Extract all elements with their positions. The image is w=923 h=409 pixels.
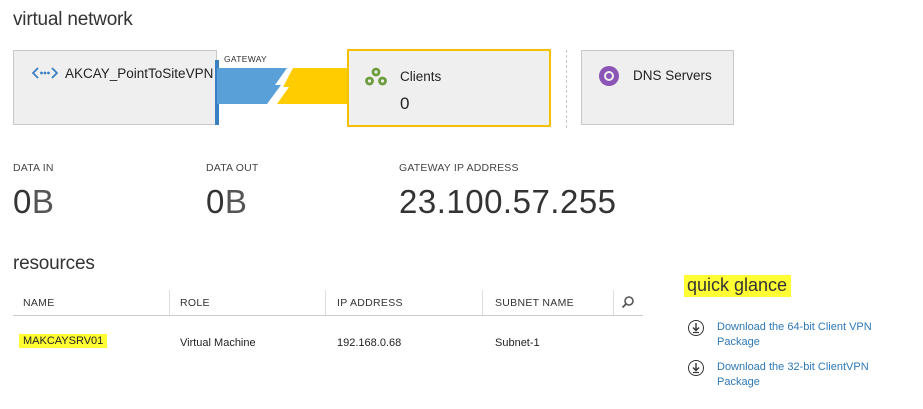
separator	[566, 50, 567, 128]
download-32bit-line1[interactable]: Download the 32-bit ClientVPN	[717, 360, 869, 375]
vnet-name: AKCAY_PointToSiteVPN	[65, 66, 214, 81]
resource-name[interactable]: MAKCAYSRV01	[19, 334, 108, 348]
download-64bit-line1[interactable]: Download the 64-bit Client VPN	[717, 320, 872, 335]
download-icon	[688, 320, 704, 336]
resources-table-header: NAME ROLE IP ADDRESS SUBNET NAME	[13, 290, 643, 316]
column-header-name[interactable]: NAME	[23, 297, 55, 309]
data-in-value: 0B	[13, 183, 55, 220]
download-32bit-line2[interactable]: Package	[717, 375, 869, 390]
clients-count: 0	[400, 94, 410, 113]
column-header-role[interactable]: ROLE	[180, 297, 210, 309]
gateway-ip-value: 23.100.57.255	[399, 183, 617, 220]
data-in-label: DATA IN	[13, 162, 54, 174]
data-out-value: 0B	[206, 183, 248, 220]
clients-label: Clients	[400, 69, 442, 84]
download-64bit-line2[interactable]: Package	[717, 335, 872, 350]
column-header-subnet[interactable]: SUBNET NAME	[495, 297, 574, 309]
data-out-label: DATA OUT	[206, 162, 259, 174]
download-64bit-link[interactable]: Download the 64-bit Client VPN Package	[688, 319, 908, 351]
clients-tile[interactable]: Clients 0	[347, 49, 551, 127]
resource-ip: 192.168.0.68	[337, 337, 402, 349]
page-title: virtual network	[13, 9, 133, 30]
quick-glance-title: quick glance	[684, 275, 792, 297]
resource-role: Virtual Machine	[180, 337, 256, 349]
gateway-ip-label: GATEWAY IP ADDRESS	[399, 162, 519, 174]
resource-subnet: Subnet-1	[495, 337, 540, 349]
download-32bit-link[interactable]: Download the 32-bit ClientVPN Package	[688, 359, 908, 391]
vnet-tile[interactable]: AKCAY_PointToSiteVPN	[13, 50, 217, 125]
clients-icon	[364, 67, 388, 92]
network-icon	[31, 66, 59, 85]
download-icon	[688, 360, 704, 376]
gateway-connector[interactable]	[217, 68, 349, 104]
gateway-label: GATEWAY	[224, 54, 268, 64]
resources-title: resources	[13, 253, 95, 274]
dns-label: DNS Servers	[633, 68, 712, 83]
search-icon[interactable]	[621, 295, 635, 314]
dns-icon	[599, 66, 619, 86]
table-row[interactable]: MAKCAYSRV01 Virtual Machine 192.168.0.68…	[13, 318, 643, 360]
column-header-ip[interactable]: IP ADDRESS	[337, 297, 403, 309]
dns-tile[interactable]: DNS Servers	[581, 50, 734, 125]
